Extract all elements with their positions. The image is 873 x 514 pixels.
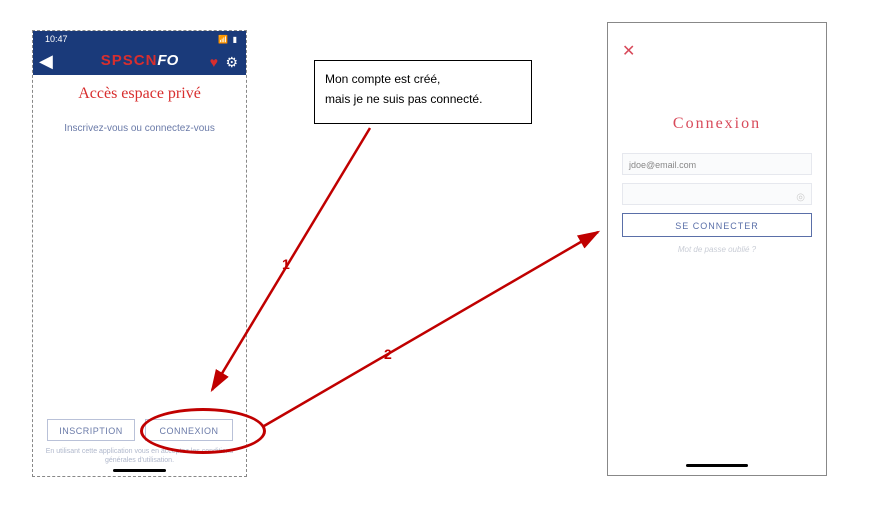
logo-white: FO: [157, 52, 178, 69]
logo-red: SPSCN: [101, 52, 158, 69]
page-subtitle: Inscrivez-vous ou connectez-vous: [33, 123, 246, 134]
callout-box: Mon compte est créé, mais je ne suis pas…: [314, 60, 532, 124]
forgot-password-link[interactable]: Mot de passe oublié ?: [608, 245, 826, 254]
status-icons: 📶 ▮: [218, 35, 238, 44]
email-value: jdoe@email.com: [629, 160, 696, 170]
heart-icon[interactable]: ♥: [210, 54, 218, 70]
status-bar: 10:47 📶 ▮: [33, 31, 246, 49]
nav-bar: ◀ SPSCNFO ♥ ⚙: [33, 49, 246, 75]
arrow-2: [264, 232, 598, 426]
password-field[interactable]: ◎: [622, 183, 812, 205]
status-time: 10:47: [45, 34, 68, 44]
label-2: 2: [384, 346, 392, 362]
gear-icon[interactable]: ⚙: [225, 54, 238, 71]
phone-2: ✕ Connexion jdoe@email.com ◎ SE CONNECTE…: [607, 22, 827, 476]
inscription-button[interactable]: INSCRIPTION: [47, 419, 135, 441]
callout-line2: mais je ne suis pas connecté.: [325, 89, 521, 109]
home-indicator: [686, 464, 748, 467]
close-icon[interactable]: ✕: [622, 41, 635, 61]
callout-line1: Mon compte est créé,: [325, 69, 521, 89]
login-title: Connexion: [608, 115, 826, 133]
email-field[interactable]: jdoe@email.com: [622, 153, 812, 175]
home-indicator: [113, 469, 166, 472]
highlight-ellipse: [140, 408, 266, 454]
page-title: Accès espace privé: [33, 85, 246, 103]
diagram-stage: 10:47 📶 ▮ ◀ SPSCNFO ♥ ⚙ Accès espace pri…: [0, 0, 873, 514]
login-button[interactable]: SE CONNECTER: [622, 213, 812, 237]
label-1: 1: [282, 256, 290, 272]
eye-icon[interactable]: ◎: [796, 187, 805, 209]
